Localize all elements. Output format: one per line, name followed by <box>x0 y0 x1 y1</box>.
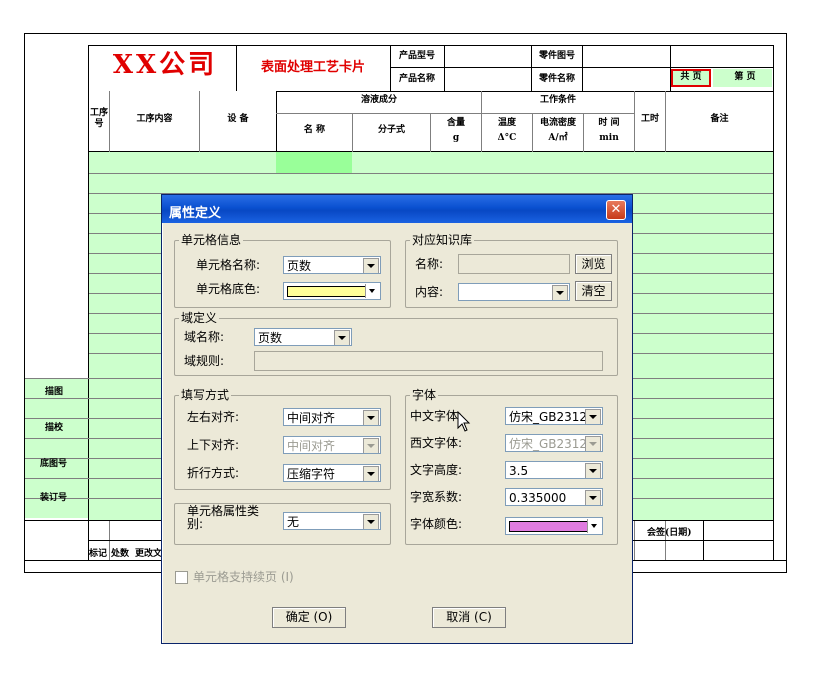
col-formula: 分子式 <box>377 125 405 135</box>
col-amount: 含量 <box>446 118 465 128</box>
dialog-titlebar[interactable]: 属性定义 ✕ <box>162 195 632 223</box>
chevron-down-icon[interactable] <box>363 466 379 481</box>
chevron-down-icon[interactable] <box>363 258 379 273</box>
chevron-down-icon[interactable] <box>334 330 350 345</box>
col-solution: 溶液成分 <box>360 95 397 105</box>
continue-page-checkbox[interactable] <box>175 571 188 584</box>
footer-count: 处数 <box>111 549 130 559</box>
knowledge-content-label: 内容: <box>415 285 444 299</box>
width-factor-label: 字宽系数: <box>410 490 463 504</box>
domain-rule-label: 域规则: <box>184 354 225 368</box>
col-amount-unit: g <box>452 133 460 143</box>
celltype-label: 单元格属性类别: <box>187 504 260 531</box>
domain-group-label: 域定义 <box>179 311 220 325</box>
font-color-picker[interactable] <box>505 517 603 535</box>
text-height-select[interactable]: 3.5 <box>505 461 603 479</box>
col-conditions: 工作条件 <box>539 95 576 105</box>
cell-info-group-label: 单元格信息 <box>179 233 244 247</box>
text-height-label: 文字高度: <box>410 463 463 477</box>
chevron-down-icon <box>363 438 379 453</box>
card-title: 表面处理工艺卡片 <box>260 60 365 75</box>
valign-label: 上下对齐: <box>187 438 240 452</box>
ok-button[interactable]: 确定 (O) <box>272 607 346 628</box>
col-step: 工序号 <box>89 108 108 129</box>
part-name-label: 零件名称 <box>538 74 575 84</box>
chevron-down-icon[interactable] <box>585 490 601 505</box>
halign-label: 左右对齐: <box>187 410 240 424</box>
side-label-trace: 描图 <box>45 387 64 397</box>
col-remarks: 备注 <box>710 114 729 124</box>
footer-mark: 标记 <box>89 549 108 559</box>
page-no-label: 第 页 <box>734 72 756 82</box>
cell-color-swatch <box>287 286 366 297</box>
cell-color-label: 单元格底色: <box>196 282 261 296</box>
close-icon[interactable]: ✕ <box>606 200 626 220</box>
col-hours: 工时 <box>640 114 659 124</box>
chevron-down-icon[interactable] <box>552 285 568 300</box>
mouse-cursor-icon <box>457 411 471 432</box>
font-color-swatch <box>509 521 588 532</box>
cell-color-picker[interactable] <box>283 282 381 300</box>
part-code-label: 零件图号 <box>538 51 575 61</box>
col-time-unit: min <box>599 133 619 143</box>
attribute-dialog: 属性定义 ✕ 单元格信息 单元格名称: 页数 单元格底色: 对应知识库 名称: … <box>161 194 633 644</box>
selected-cell[interactable] <box>276 152 352 173</box>
dialog-title: 属性定义 <box>169 206 222 221</box>
col-temp-unit: Δ°C <box>497 133 517 143</box>
chevron-down-icon[interactable] <box>585 463 601 478</box>
wrap-select[interactable]: 压缩字符 <box>283 464 381 482</box>
chevron-down-icon <box>585 436 601 451</box>
cancel-button[interactable]: 取消 (C) <box>432 607 506 628</box>
browse-button[interactable]: 浏览 <box>575 254 612 274</box>
clear-button[interactable]: 清空 <box>575 281 612 301</box>
col-current: 电流密度 <box>539 118 576 128</box>
knowledge-name-label: 名称: <box>415 257 444 271</box>
width-factor-select[interactable]: 0.335000 <box>505 488 603 506</box>
side-label-base: 底图号 <box>40 459 68 469</box>
col-temp: 温度 <box>497 118 516 128</box>
domain-name-label: 域名称: <box>184 330 225 344</box>
fill-group-label: 填写方式 <box>179 388 232 402</box>
col-equipment: 设 备 <box>227 114 249 124</box>
cell-name-label: 单元格名称: <box>196 258 261 272</box>
product-code-label: 产品型号 <box>398 51 435 61</box>
side-label-check: 描校 <box>45 423 64 433</box>
continue-page-label: 单元格支持续页 (I) <box>193 570 294 584</box>
product-name-label: 产品名称 <box>398 74 435 84</box>
en-font-select[interactable]: 仿宋_GB2312 <box>505 434 603 452</box>
chevron-down-icon[interactable] <box>363 514 379 529</box>
cn-font-select[interactable]: 仿宋_GB2312 <box>505 407 603 425</box>
col-current-unit: A/㎡ <box>548 133 568 143</box>
en-font-label: 西文字体: <box>410 436 463 450</box>
knowledge-content-select[interactable] <box>458 283 570 301</box>
chevron-down-icon[interactable] <box>587 519 601 533</box>
domain-name-select[interactable]: 页数 <box>254 328 352 346</box>
wrap-label: 折行方式: <box>187 466 240 480</box>
font-color-label: 字体颜色: <box>410 517 463 531</box>
company-name: XX公司 <box>112 50 218 80</box>
knowledge-name-field[interactable] <box>458 254 570 274</box>
chevron-down-icon[interactable] <box>585 409 601 424</box>
cn-font-label: 中文字体: <box>410 409 463 423</box>
col-name: 名 称 <box>303 125 326 135</box>
knowledge-group-label: 对应知识库 <box>410 233 475 247</box>
celltype-select[interactable]: 无 <box>283 512 381 530</box>
cell-name-select[interactable]: 页数 <box>283 256 381 274</box>
valign-select[interactable]: 中间对齐 <box>283 436 381 454</box>
chevron-down-icon[interactable] <box>365 284 379 298</box>
total-pages-label: 共 页 <box>680 72 702 82</box>
col-time: 时 间 <box>598 118 620 128</box>
col-content: 工序内容 <box>136 114 173 124</box>
sign-label: 会签(日期) <box>647 528 692 538</box>
domain-rule-field[interactable] <box>254 351 603 371</box>
halign-select[interactable]: 中间对齐 <box>283 408 381 426</box>
font-group-label: 字体 <box>410 388 439 402</box>
side-label-bind: 装订号 <box>40 493 68 503</box>
chevron-down-icon[interactable] <box>363 410 379 425</box>
